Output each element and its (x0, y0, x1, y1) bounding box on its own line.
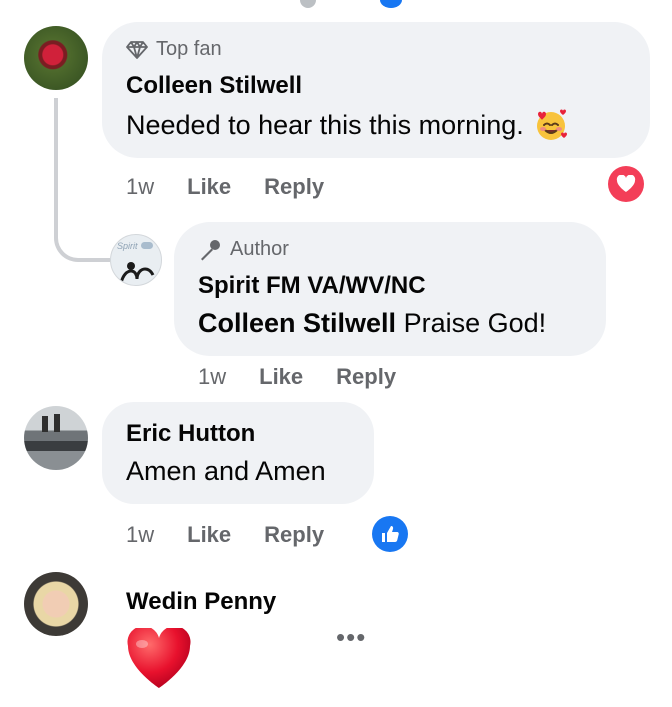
comment-actions: 1w Like Reply (126, 174, 357, 200)
reply-button[interactable]: Reply (336, 364, 396, 390)
reply-button[interactable]: Reply (264, 522, 324, 548)
spirit-logo-text: Spirit (117, 241, 138, 251)
avatar-wedin[interactable] (24, 572, 88, 636)
avatar-eric[interactable] (24, 406, 88, 470)
reply-bubble-author: Author Spirit FM VA/WV/NC Colleen Stilwe… (174, 222, 606, 356)
comment-bubble-colleen: Top fan Colleen Stilwell Needed to hear … (102, 22, 650, 158)
comment-bubble-eric: Eric Hutton Amen and Amen (102, 402, 374, 504)
avatar-colleen[interactable] (24, 26, 88, 90)
microphone-icon (201, 239, 220, 260)
cropped-reaction-gray (300, 0, 316, 8)
commenter-name[interactable]: Eric Hutton (126, 420, 255, 448)
comment-timestamp[interactable]: 1w (126, 522, 154, 548)
comment-text: Amen and Amen (126, 456, 326, 486)
reply-button[interactable]: Reply (264, 174, 324, 200)
commenter-name[interactable]: Colleen Stilwell (126, 72, 302, 100)
mention-link[interactable]: Colleen Stilwell (198, 308, 396, 338)
more-options-button[interactable]: ••• (336, 622, 366, 653)
comment-text-row: Needed to hear this this morning. (126, 108, 568, 142)
like-button[interactable]: Like (259, 364, 303, 390)
top-fan-label: Top fan (156, 38, 222, 60)
spirit-logo-silhouette (119, 262, 155, 283)
comment-text: Needed to hear this this morning. (126, 109, 524, 140)
comment-actions: 1w Like Reply (126, 522, 357, 548)
smiling-face-with-hearts-emoji (536, 109, 567, 140)
reply-text: Praise God! (403, 308, 547, 338)
cropped-reaction-blue (380, 0, 402, 8)
author-badge[interactable]: Author (198, 238, 289, 261)
author-name[interactable]: Spirit FM VA/WV/NC (198, 272, 426, 300)
like-reaction-icon[interactable] (370, 514, 410, 554)
red-heart-emoji (127, 628, 191, 688)
ship-funnel (54, 414, 60, 432)
avatar-spirit-fm[interactable]: Spirit (110, 234, 162, 286)
like-button[interactable]: Like (187, 174, 231, 200)
commenter-name[interactable]: Wedin Penny (126, 588, 276, 616)
like-button[interactable]: Like (187, 522, 231, 548)
love-reaction-icon[interactable] (606, 164, 646, 204)
comment-timestamp[interactable]: 1w (126, 174, 154, 200)
diamond-icon (126, 40, 148, 59)
reply-actions: 1w Like Reply (198, 364, 429, 390)
reply-text-row: Colleen Stilwell Praise God! (198, 308, 546, 339)
reply-timestamp[interactable]: 1w (198, 364, 226, 390)
spirit-logo-badge (141, 242, 153, 249)
author-label: Author (230, 238, 289, 260)
top-fan-badge[interactable]: Top fan (126, 38, 222, 61)
ship-funnel (42, 416, 48, 432)
